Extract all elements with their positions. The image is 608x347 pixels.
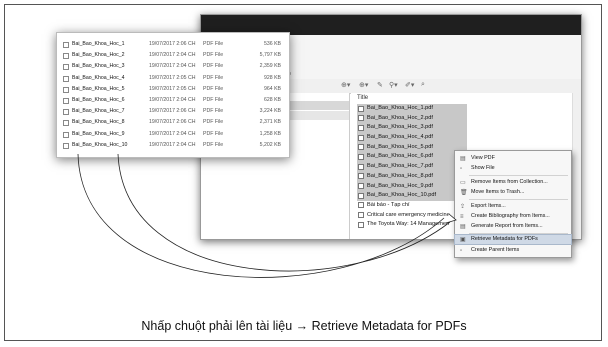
drag-arrow-inner	[117, 153, 451, 272]
caption-text: Nhấp chuột phải lên tài liệu → Retrieve …	[141, 319, 467, 333]
drag-arrow-outer	[77, 153, 445, 278]
drag-arrowhead	[445, 213, 457, 224]
drag-arrows	[77, 153, 457, 278]
